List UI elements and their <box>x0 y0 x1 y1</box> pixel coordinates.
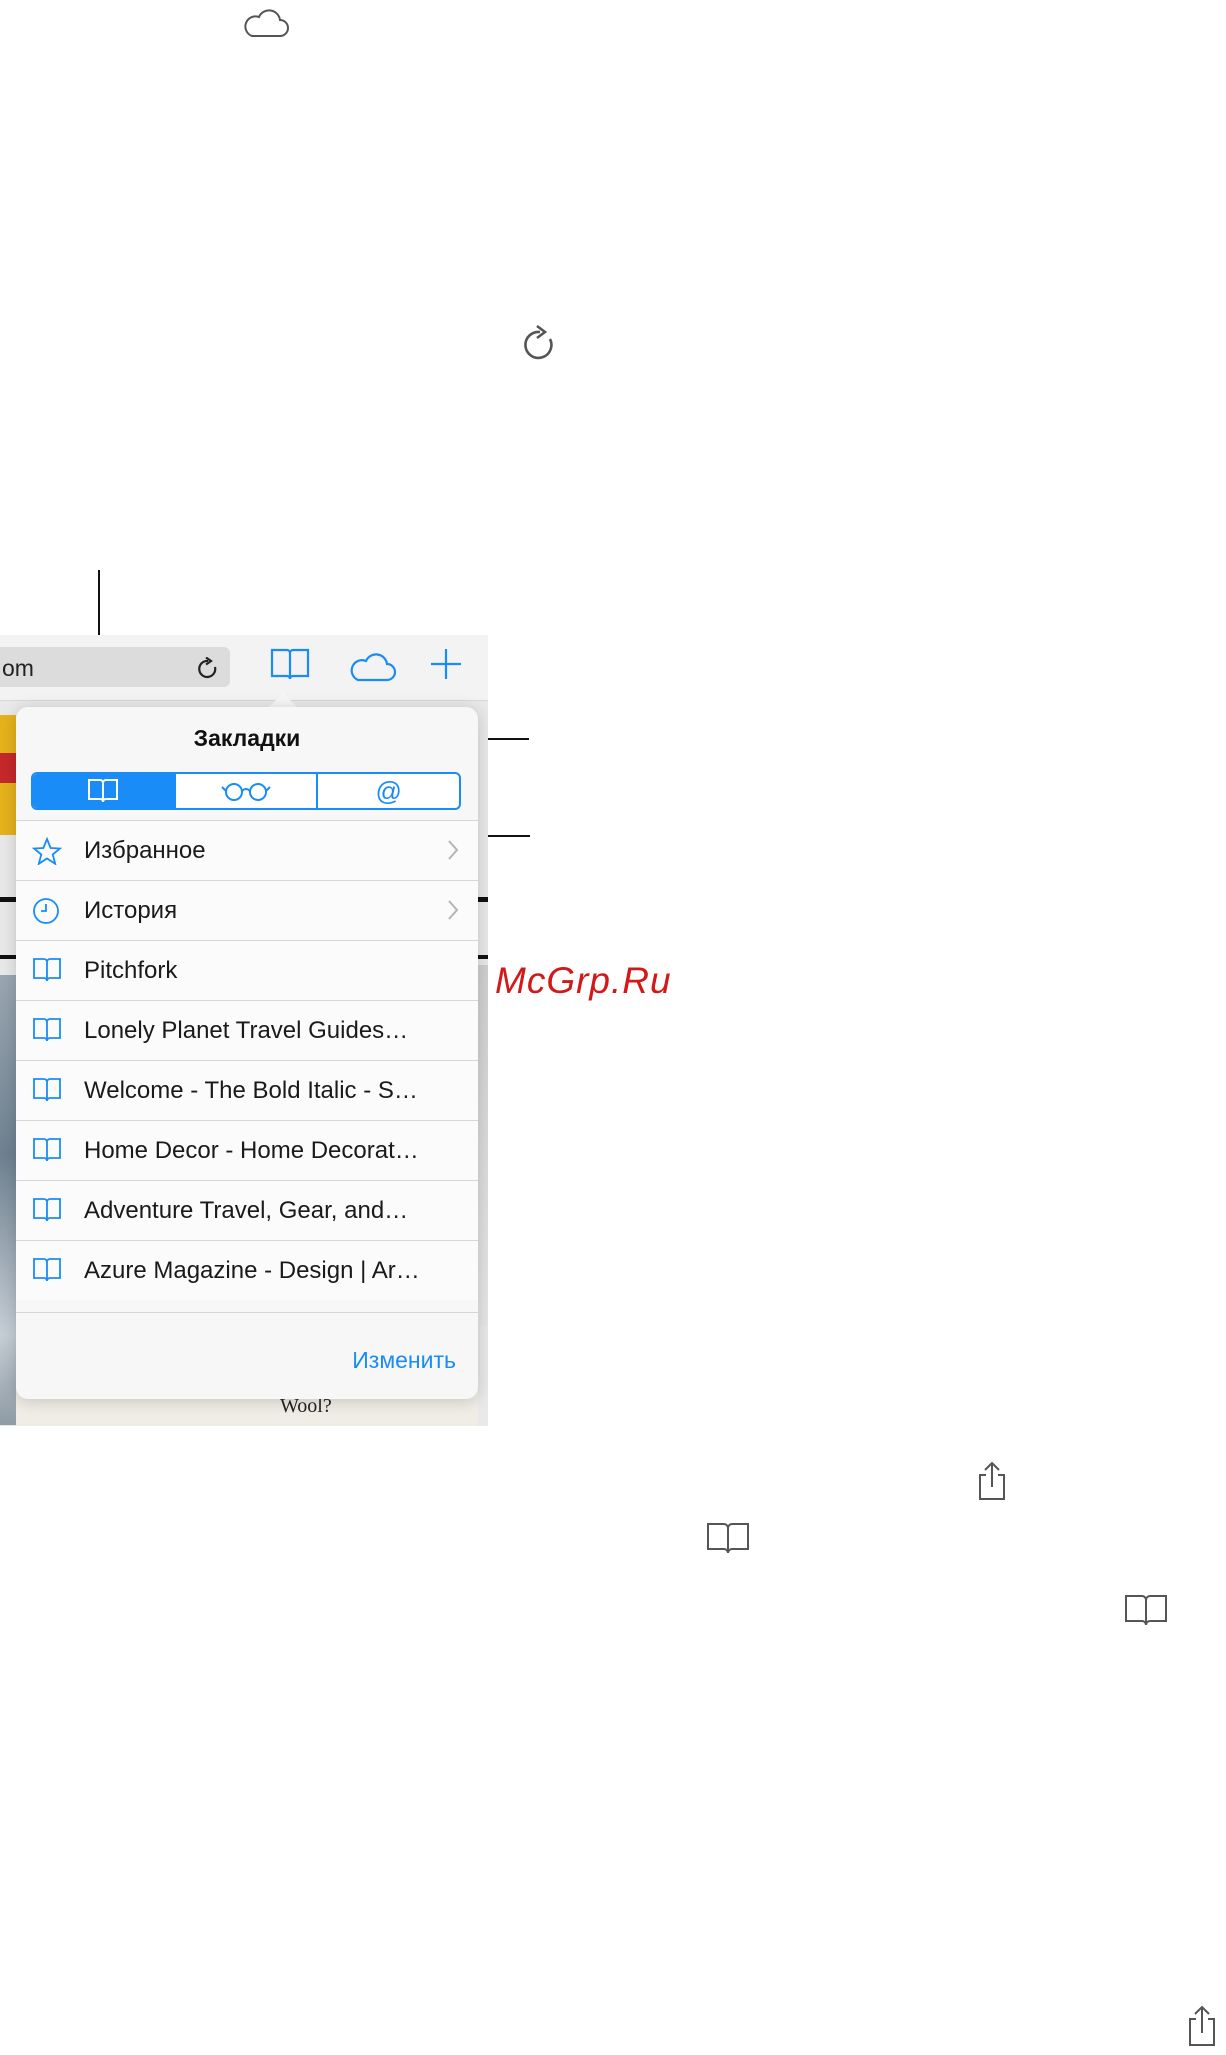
list-item-label: Azure Magazine - Design | Ar… <box>84 1257 420 1284</box>
book-icon <box>32 1197 62 1223</box>
bookmarks-segmented-control: @ <box>31 772 461 810</box>
at-icon: @ <box>375 775 402 806</box>
address-bar[interactable]: om <box>0 647 230 687</box>
popover-title: Закладки <box>193 725 301 751</box>
watermark: McGrp.Ru <box>495 960 672 1001</box>
list-item-label: Home Decor - Home Decorat… <box>84 1137 419 1164</box>
page-image-strip <box>478 965 488 1325</box>
clock-icon <box>32 897 60 925</box>
chevron-right-icon <box>446 839 460 861</box>
edit-button[interactable]: Изменить <box>352 1347 456 1374</box>
book-icon <box>1124 1593 1168 1627</box>
book-icon <box>32 1257 62 1283</box>
list-item-bookmark[interactable]: Azure Magazine - Design | Ar… <box>16 1240 478 1300</box>
book-icon <box>706 1521 750 1555</box>
book-icon <box>32 1077 62 1103</box>
list-item-label: Lonely Planet Travel Guides… <box>84 1017 409 1044</box>
book-icon <box>32 1137 62 1163</box>
list-item-label: Adventure Travel, Gear, and… <box>84 1197 409 1224</box>
bookmarks-list: Избранное История Pitchfork Lonely Plane… <box>16 820 478 1300</box>
list-item-bookmark[interactable]: Adventure Travel, Gear, and… <box>16 1180 478 1240</box>
bookmarks-popover: Закладки @ Избранное История Pitchfork L… <box>16 707 478 1399</box>
list-item-label: История <box>84 897 178 924</box>
list-item-label: Welcome - The Bold Italic - S… <box>84 1077 418 1104</box>
list-item-favorites[interactable]: Избранное <box>16 820 478 880</box>
cloud-icon[interactable] <box>346 651 398 683</box>
toolbar: om <box>0 635 488 701</box>
list-item-label: Pitchfork <box>84 957 178 984</box>
cloud-icon <box>240 7 290 39</box>
book-icon[interactable] <box>270 647 310 681</box>
reload-icon[interactable] <box>196 657 220 681</box>
book-icon <box>32 1017 62 1043</box>
page-image-strip <box>0 975 16 1425</box>
popover-arrow <box>269 693 297 707</box>
tab-shared-links[interactable]: @ <box>316 774 459 808</box>
list-item-history[interactable]: История <box>16 880 478 940</box>
safari-screenshot: om Wool? Закладки @ Избранное История Pi… <box>0 635 488 1426</box>
plus-icon[interactable] <box>429 647 463 681</box>
list-item-bookmark[interactable]: Welcome - The Bold Italic - S… <box>16 1060 478 1120</box>
tab-reading-list[interactable] <box>173 774 317 808</box>
book-icon <box>32 957 62 983</box>
list-item-bookmark[interactable]: Home Decor - Home Decorat… <box>16 1120 478 1180</box>
chevron-right-icon <box>446 899 460 921</box>
share-icon <box>1186 2005 1218 2047</box>
divider <box>16 1312 478 1313</box>
book-icon <box>87 778 119 804</box>
list-item-bookmark[interactable]: Pitchfork <box>16 940 478 1000</box>
tab-bookmarks[interactable] <box>33 774 174 808</box>
star-icon <box>32 837 62 865</box>
page-image-strip <box>0 753 16 783</box>
list-item-label: Избранное <box>84 837 206 864</box>
glasses-icon <box>221 780 271 802</box>
address-text: om <box>2 655 34 681</box>
list-item-bookmark[interactable]: Lonely Planet Travel Guides… <box>16 1000 478 1060</box>
reload-icon <box>522 325 558 365</box>
share-icon <box>976 1461 1008 1501</box>
